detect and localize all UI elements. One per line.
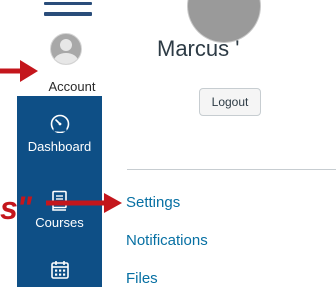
nav-item-dashboard-label: Dashboard [27,139,92,154]
logout-button[interactable]: Logout [199,88,261,116]
notifications-link[interactable]: Notifications [126,232,208,249]
canvas-page: Account Dashboard Courses Marcus ' Logou… [0,0,336,287]
hamburger-icon-bar[interactable] [44,12,92,16]
nav-item-account-label[interactable]: Account [37,79,107,94]
user-avatar-icon[interactable] [50,33,82,65]
files-link[interactable]: Files [126,270,158,287]
annotation-quote-text: s" [0,190,32,226]
settings-link[interactable]: Settings [126,194,180,211]
gauge-icon [50,114,69,133]
user-name: Marcus ' [157,36,240,61]
annotation-arrow-settings [46,193,122,213]
tray-divider [127,169,336,170]
calendar-icon [50,261,69,279]
hamburger-icon[interactable] [44,2,92,5]
annotation-arrow-account [0,60,38,82]
nav-item-calendar[interactable] [17,260,102,280]
nav-item-dashboard[interactable]: Dashboard [17,113,102,154]
